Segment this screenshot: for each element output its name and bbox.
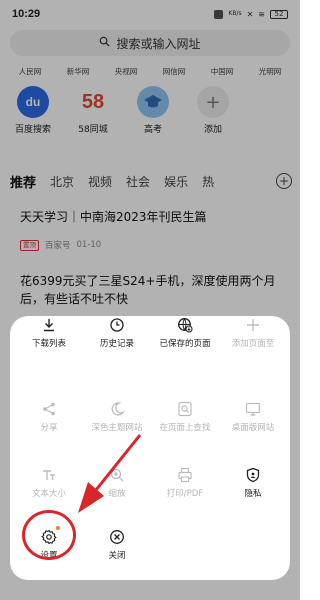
menu-find-in-page[interactable]: 在页面上查找 [151, 400, 219, 434]
menu-label: 分享 [40, 423, 58, 433]
annotation-circle [22, 510, 76, 560]
history-icon [108, 316, 126, 334]
menu-label: 缩放 [108, 489, 126, 499]
menu-label: 深色主题网站 [91, 423, 143, 433]
menu-zoom[interactable]: 缩放 [83, 466, 151, 500]
close-icon [108, 528, 126, 546]
menu-label: 关闭 [108, 551, 126, 561]
menu-label: 已保存的页面 [159, 339, 211, 349]
menu-share[interactable]: 分享 [15, 400, 83, 434]
menu-dark-theme[interactable]: 深色主题网站 [83, 400, 151, 434]
share-icon [40, 400, 58, 418]
desktop-site-icon [244, 400, 262, 418]
zoom-icon [108, 466, 126, 484]
menu-label: 历史记录 [99, 339, 134, 349]
menu-desktop-site[interactable]: 桌面版网站 [219, 400, 287, 434]
menu-label: 打印/PDF [166, 489, 204, 499]
print-icon [176, 466, 194, 484]
menu-privacy[interactable]: 隐私 [219, 466, 287, 500]
menu-saved-pages[interactable]: 已保存的页面 [151, 316, 219, 350]
menu-label: 下载列表 [31, 339, 66, 349]
menu-download-list[interactable]: 下载列表 [15, 316, 83, 350]
menu-add-page-to[interactable]: 添加页面至 [219, 316, 287, 350]
text-size-icon [40, 466, 58, 484]
add-page-icon [244, 316, 262, 334]
menu-label: 隐私 [244, 489, 262, 499]
menu-history[interactable]: 历史记录 [83, 316, 151, 350]
privacy-icon [244, 466, 262, 484]
menu-label: 在页面上查找 [159, 423, 211, 433]
menu-label: 桌面版网站 [231, 423, 275, 433]
menu-print-pdf[interactable]: 打印/PDF [151, 466, 219, 500]
menu-text-size[interactable]: 文本大小 [15, 466, 83, 500]
menu-close[interactable]: 关闭 [83, 528, 151, 562]
menu-label: 添加页面至 [231, 339, 275, 349]
saved-pages-icon [176, 316, 194, 334]
menu-label: 文本大小 [31, 489, 66, 499]
dark-theme-icon [108, 400, 126, 418]
find-in-page-icon [176, 400, 194, 418]
download-icon [40, 316, 58, 334]
